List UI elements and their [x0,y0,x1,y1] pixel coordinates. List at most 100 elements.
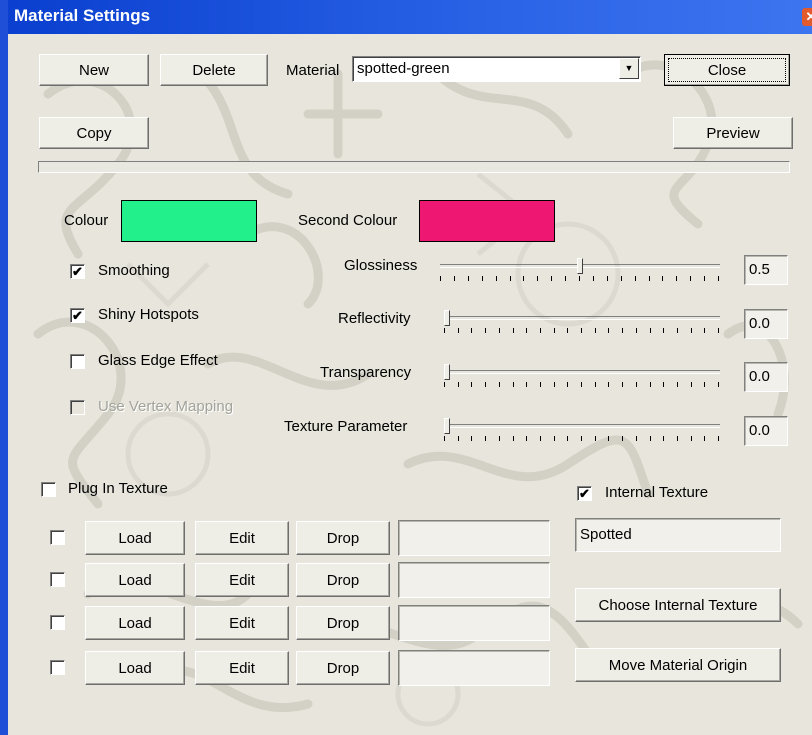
slider-tick [526,328,527,333]
transparency-label: Transparency [320,364,412,381]
edit-button[interactable]: Edit [195,651,289,685]
slider-tick [595,382,596,387]
slider-tick [691,436,692,441]
slider-tick [595,328,596,333]
slider-tick [523,276,524,281]
slider-tick [663,436,664,441]
drop-button[interactable]: Drop [296,651,390,685]
slider-tick [499,382,500,387]
slider-tick [471,382,472,387]
slider-tick [565,276,566,281]
slider-tick [718,436,719,441]
slider-tick [635,276,636,281]
slider-tick [662,276,663,281]
slider-tick [650,328,651,333]
load-button[interactable]: Load [85,651,185,685]
slider-tick [663,328,664,333]
slider-tick [510,276,511,281]
material-label: Material [286,62,340,79]
internal-texture-checkbox[interactable]: ✔ [577,486,592,501]
texture-parameter-value[interactable]: 0.0 [744,416,788,446]
slider-track [444,316,720,320]
slider-track [444,370,720,374]
new-button[interactable]: New [39,54,149,86]
plug-in-texture-checkbox[interactable] [41,482,56,497]
window-border [0,0,8,735]
edit-button[interactable]: Edit [195,563,289,597]
transparency-slider-thumb[interactable] [444,364,450,380]
slider-tick [513,328,514,333]
reflectivity-slider-thumb[interactable] [444,310,450,326]
slider-tick [458,382,459,387]
close-window-icon[interactable]: ✕ [802,8,812,26]
slider-tick [513,382,514,387]
glass-edge-label: Glass Edge Effect [98,352,218,369]
reflectivity-slider[interactable] [444,310,720,334]
slider-tick [621,276,622,281]
slider-tick [499,328,500,333]
colour-swatch[interactable] [121,200,257,242]
vertex-mapping-label: Use Vertex Mapping [98,398,234,415]
drop-button[interactable]: Drop [296,521,390,555]
reflectivity-value[interactable]: 0.0 [744,309,788,339]
texture-name-field [398,562,550,598]
transparency-value[interactable]: 0.0 [744,362,788,392]
second-colour-swatch[interactable] [419,200,555,242]
chevron-down-icon[interactable]: ▼ [619,58,639,79]
texture-parameter-slider-thumb[interactable] [444,418,450,434]
load-button[interactable]: Load [85,563,185,597]
texture-parameter-label: Texture Parameter [284,418,408,435]
slider-tick [593,276,594,281]
slider-tick [622,436,623,441]
texture-row-checkbox[interactable] [50,572,65,587]
glossiness-label: Glossiness [344,257,418,274]
slider-tick [581,436,582,441]
edit-button[interactable]: Edit [195,521,289,555]
texture-parameter-slider[interactable] [444,418,720,442]
glossiness-slider-thumb[interactable] [577,258,583,274]
slider-ticks [444,436,720,442]
drop-button[interactable]: Drop [296,563,390,597]
texture-row-checkbox[interactable] [50,530,65,545]
title-bar[interactable]: Material Settings ✕ [8,0,812,34]
glossiness-value[interactable]: 0.5 [744,255,788,285]
slider-tick [718,382,719,387]
second-colour-label: Second Colour [298,212,398,229]
texture-row-checkbox[interactable] [50,660,65,675]
close-button[interactable]: Close [664,54,790,86]
copy-button[interactable]: Copy [39,117,149,149]
shiny-hotspots-checkbox[interactable]: ✔ [70,308,85,323]
choose-internal-texture-button[interactable]: Choose Internal Texture [575,588,781,622]
slider-tick [690,276,691,281]
preview-button[interactable]: Preview [673,117,793,149]
glass-edge-checkbox[interactable] [70,354,85,369]
slider-tick [607,276,608,281]
slider-tick [691,382,692,387]
slider-tick [677,436,678,441]
slider-tick [704,436,705,441]
glossiness-slider[interactable] [440,258,720,282]
texture-row-checkbox[interactable] [50,615,65,630]
drop-button[interactable]: Drop [296,606,390,640]
load-button[interactable]: Load [85,521,185,555]
slider-tick [650,436,651,441]
delete-button[interactable]: Delete [160,54,268,86]
slider-tick [704,276,705,281]
slider-tick [444,382,445,387]
smoothing-checkbox[interactable]: ✔ [70,264,85,279]
material-select-value: spotted-green [357,60,450,77]
slider-tick [636,436,637,441]
slider-tick [567,436,568,441]
load-button[interactable]: Load [85,606,185,640]
edit-button[interactable]: Edit [195,606,289,640]
shiny-hotspots-label: Shiny Hotspots [98,306,199,323]
slider-tick [608,436,609,441]
transparency-slider[interactable] [444,364,720,388]
material-select[interactable]: spotted-green ▼ [352,56,641,82]
slider-tick [677,382,678,387]
slider-tick [663,382,664,387]
slider-tick [526,382,527,387]
move-material-origin-button[interactable]: Move Material Origin [575,648,781,682]
texture-row: Load Edit Drop [8,520,568,556]
slider-tick [468,276,469,281]
